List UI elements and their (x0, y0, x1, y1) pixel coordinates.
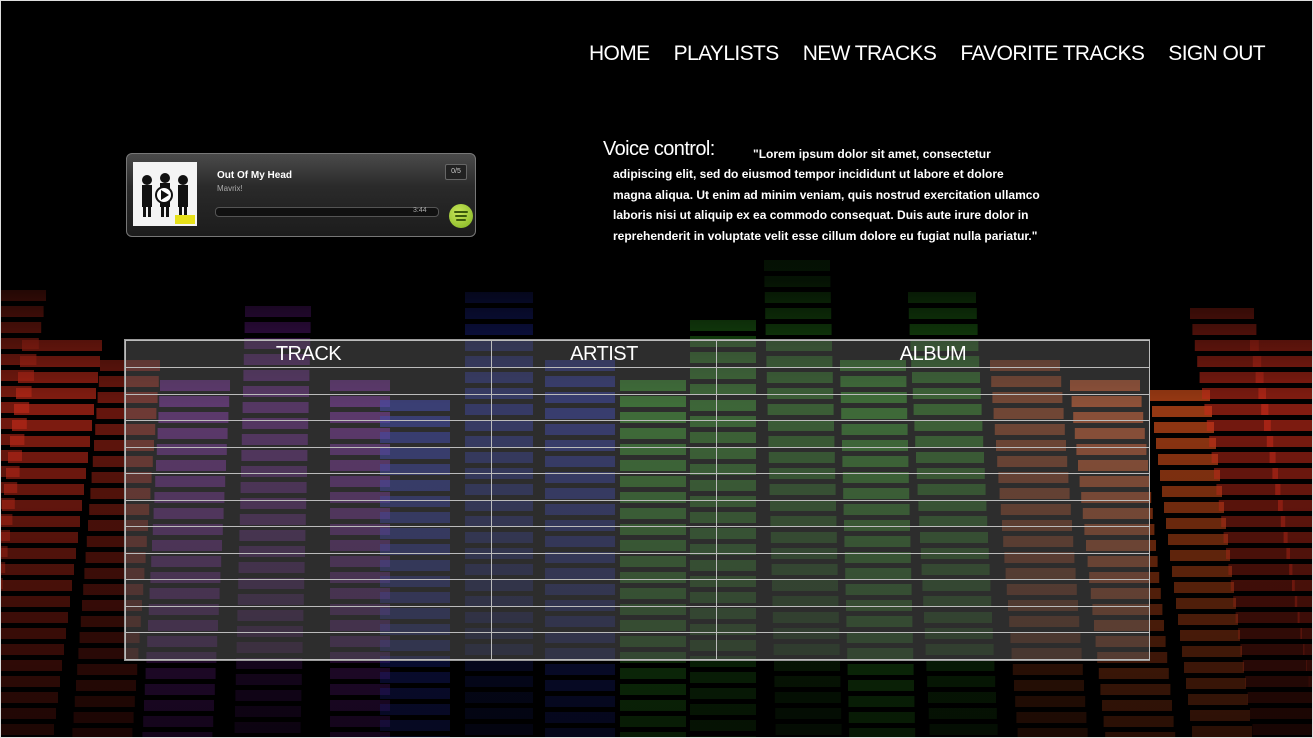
table-row[interactable] (125, 420, 1150, 448)
table-row[interactable] (125, 367, 1150, 395)
nav-home[interactable]: HOME (589, 42, 650, 66)
table-row[interactable] (125, 579, 1150, 607)
table-header-row: TRACK ARTIST ALBUM (125, 340, 1150, 368)
table-cell (125, 393, 492, 422)
table-row[interactable] (125, 632, 1150, 660)
voice-control-label: Voice control: (603, 138, 715, 160)
table-cell (491, 446, 717, 475)
table-cell (491, 526, 717, 554)
table-cell (125, 367, 492, 395)
track-title: Out Of My Head (217, 170, 293, 181)
table-row[interactable] (125, 526, 1150, 554)
now-playing-widget: Out Of My Head Mavrix! 0/5 3:44 (126, 153, 476, 237)
nav-favorite-tracks[interactable]: FAVORITE TRACKS (960, 42, 1145, 66)
column-header-album[interactable]: ALBUM (716, 340, 1150, 368)
table-cell (716, 605, 1150, 634)
table-cell (716, 499, 1150, 528)
table-cell (716, 367, 1150, 395)
track-table: TRACK ARTIST ALBUM (124, 339, 1150, 661)
table-row[interactable] (125, 393, 1150, 422)
table-cell (716, 420, 1150, 448)
table-row[interactable] (125, 473, 1150, 501)
table-cell (125, 552, 492, 581)
table-cell (125, 579, 492, 607)
nav-sign-out[interactable]: SIGN OUT (1168, 42, 1265, 66)
spotify-icon[interactable] (449, 204, 473, 228)
table-cell (491, 393, 717, 422)
table-cell (125, 632, 492, 660)
progress-bar[interactable] (215, 207, 439, 217)
table-cell (716, 552, 1150, 581)
table-cell (491, 473, 717, 501)
track-counter: 0/5 (445, 164, 467, 180)
band-photo-icon[interactable] (133, 162, 197, 226)
track-time: 3:44 (413, 207, 427, 214)
table-cell (125, 420, 492, 448)
column-header-artist[interactable]: ARTIST (491, 340, 717, 368)
table-row[interactable] (125, 552, 1150, 581)
table-cell (491, 605, 717, 634)
table-row[interactable] (125, 446, 1150, 475)
table-cell (716, 473, 1150, 501)
table-cell (491, 579, 717, 607)
table-cell (716, 632, 1150, 660)
album-art (142, 173, 195, 224)
table-cell (125, 526, 492, 554)
table-cell (491, 632, 717, 660)
column-header-track[interactable]: TRACK (125, 340, 492, 368)
table-cell (716, 579, 1150, 607)
table-cell (125, 473, 492, 501)
table-cell (491, 499, 717, 528)
table-cell (716, 393, 1150, 422)
table-cell (491, 420, 717, 448)
voice-control: Voice control: "Lorem ipsum dolor sit am… (603, 139, 1043, 246)
table-cell (125, 446, 492, 475)
table-cell (125, 605, 492, 634)
nav-new-tracks[interactable]: NEW TRACKS (803, 42, 937, 66)
track-artist: Mavrix! (217, 184, 243, 193)
table-cell (491, 552, 717, 581)
nav-playlists[interactable]: PLAYLISTS (674, 42, 780, 66)
table-cell (491, 367, 717, 395)
table-cell (716, 526, 1150, 554)
main-nav: HOME PLAYLISTS NEW TRACKS FAVORITE TRACK… (565, 42, 1266, 66)
table-row[interactable] (125, 605, 1150, 634)
table-row[interactable] (125, 499, 1150, 528)
table-cell (125, 499, 492, 528)
table-cell (716, 446, 1150, 475)
